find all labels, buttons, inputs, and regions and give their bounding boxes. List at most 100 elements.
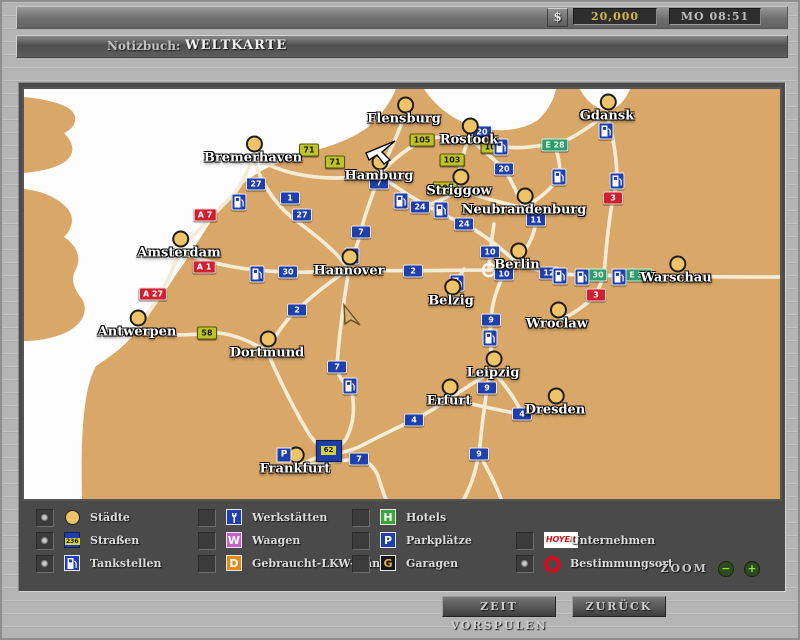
- city-label: Frankfurt: [260, 462, 331, 477]
- city-label: Antwerpen: [98, 325, 177, 340]
- city-marker-leipzig[interactable]: Leipzig: [467, 362, 520, 381]
- city-label: Rostock: [440, 133, 498, 148]
- map-legend: Städte236StraßenTankstellenWerkstättenWW…: [22, 501, 778, 587]
- parking-icon: P: [277, 448, 292, 463]
- legend-letter-icon-d: D: [226, 555, 242, 571]
- legend-checkbox-tankstellen[interactable]: [36, 555, 54, 573]
- legend-checkbox-werkst-tten[interactable]: [198, 509, 216, 527]
- road-sign-1: 1: [280, 192, 300, 205]
- fuel-station-icon: [612, 269, 627, 286]
- fuel-station-icon: [343, 378, 358, 395]
- destination-ring-icon: [544, 555, 560, 571]
- top-status-bar: $ 20,000 MO 08:51: [16, 6, 788, 29]
- road-sign-9: 9: [481, 314, 501, 327]
- legend-checkbox-bestimmungsort[interactable]: [516, 555, 534, 573]
- road-sign-103: 103: [440, 154, 465, 167]
- zoom-out-button[interactable]: −: [718, 561, 734, 577]
- zoom-label: ZOOM: [660, 562, 707, 575]
- road-sign-e-28: E 28: [541, 139, 568, 152]
- fuel-station-icon: [610, 173, 625, 190]
- legend-checkbox-hotels[interactable]: [352, 509, 370, 527]
- world-map[interactable]: 2020272717777242411223010101299944717110…: [22, 87, 782, 501]
- legend-checkbox-stra-en[interactable]: [36, 532, 54, 550]
- fuel-pump-icon: [64, 555, 80, 571]
- fuel-station-icon: [553, 268, 568, 285]
- time-forward-button[interactable]: ZEIT VORSPULEN: [442, 596, 556, 617]
- road-sign-3: 3: [586, 289, 606, 302]
- legend-checkbox-waagen[interactable]: [198, 532, 216, 550]
- city-label: Hamburg: [345, 169, 414, 184]
- legend-label: Werkstätten: [252, 511, 327, 524]
- money-display: 20,000: [573, 8, 657, 25]
- city-marker-neubrandenburg[interactable]: Neubrandenburg: [462, 199, 587, 218]
- legend-checkbox-unternehmen[interactable]: [516, 532, 534, 550]
- fuel-station-icon: [599, 123, 614, 140]
- city-label: Dresden: [525, 403, 586, 418]
- game-window: $ 20,000 MO 08:51 Notizbuch: WELTKARTE: [0, 0, 800, 640]
- city-label: Flensburg: [367, 112, 441, 127]
- city-label: Bremerhaven: [204, 151, 302, 166]
- legend-label: Garagen: [406, 557, 458, 570]
- player-position-arrow-icon: [341, 303, 363, 331]
- legend-letter-icon-w: W: [226, 532, 242, 548]
- city-label: Belzig: [428, 294, 474, 309]
- legend-label: Hotels: [406, 511, 446, 524]
- fuel-station-icon: [552, 169, 567, 186]
- road-sign-7: 7: [327, 361, 347, 374]
- road-sign-58: 58: [197, 327, 217, 340]
- city-marker-dresden[interactable]: Dresden: [525, 399, 586, 418]
- fuel-station-icon: [434, 202, 449, 219]
- zoom-control: ZOOM − +: [660, 558, 760, 573]
- road-sign-30: 30: [278, 266, 298, 279]
- road-sign-7: 7: [349, 453, 369, 466]
- city-label: Warschau: [640, 271, 711, 286]
- city-marker-warschau[interactable]: Warschau: [640, 267, 711, 286]
- city-marker-rostock[interactable]: Rostock: [440, 129, 498, 148]
- legend-label: Tankstellen: [90, 557, 162, 570]
- city-label: Amsterdam: [137, 246, 221, 261]
- mouse-cursor-icon: [365, 140, 399, 170]
- road-sign-icon: 236: [64, 532, 80, 548]
- city-marker-antwerpen[interactable]: Antwerpen: [98, 321, 177, 340]
- page-title: WELTKARTE: [185, 38, 287, 53]
- city-marker-berlin[interactable]: Berlin: [494, 254, 539, 273]
- road-sign-2: 2: [403, 265, 423, 278]
- legend-letter-icon-g: G: [380, 555, 396, 571]
- map-base-svg: [24, 89, 780, 499]
- zoom-in-button[interactable]: +: [744, 561, 760, 577]
- legend-checkbox-st-dte[interactable]: [36, 509, 54, 527]
- road-sign-24: 24: [454, 218, 474, 231]
- datetime-display: MO 08:51: [669, 8, 761, 25]
- legend-letter-icon-h: H: [380, 509, 396, 525]
- city-marker-gdansk[interactable]: Gdansk: [580, 105, 634, 124]
- road-sign-27: 27: [292, 209, 312, 222]
- city-marker-wroclaw[interactable]: Wroclaw: [526, 313, 588, 332]
- notebook-label: Notizbuch:: [107, 39, 180, 53]
- road-sign-a-7: A 7: [194, 209, 217, 222]
- legend-label: Straßen: [90, 534, 139, 547]
- road-sign-105: 105: [410, 134, 435, 147]
- city-marker-erfurt[interactable]: Erfurt: [427, 390, 472, 409]
- city-marker-striggow[interactable]: Striggow: [426, 180, 491, 199]
- city-marker-hannover[interactable]: Hannover: [314, 260, 385, 279]
- legend-checkbox-gebraucht-lkw-h-nd[interactable]: [198, 555, 216, 573]
- city-marker-amsterdam[interactable]: Amsterdam: [137, 242, 221, 261]
- notebook-panel: 2020272717777242411223010101299944717110…: [18, 82, 786, 592]
- city-marker-belzig[interactable]: Belzig: [428, 290, 474, 309]
- city-marker-dortmund[interactable]: Dortmund: [230, 342, 305, 361]
- city-label: Hannover: [314, 264, 385, 279]
- road-sign-7: 7: [351, 226, 371, 239]
- road-sign-71: 71: [325, 156, 345, 169]
- road-sign-4: 4: [404, 414, 424, 427]
- city-marker-flensburg[interactable]: Flensburg: [367, 108, 441, 127]
- city-label: Gdansk: [580, 109, 634, 124]
- road-sign-24: 24: [410, 201, 430, 214]
- road-sign-a-1: A 1: [193, 261, 216, 274]
- legend-label: Bestimmungsort: [570, 557, 673, 570]
- road-sign-27: 27: [246, 178, 266, 191]
- currency-icon: $: [547, 8, 568, 27]
- city-marker-bremerhaven[interactable]: Bremerhaven: [204, 147, 302, 166]
- back-button[interactable]: ZURÜCK: [572, 596, 666, 617]
- legend-checkbox-parkpl-tze[interactable]: [352, 532, 370, 550]
- legend-checkbox-garagen[interactable]: [352, 555, 370, 573]
